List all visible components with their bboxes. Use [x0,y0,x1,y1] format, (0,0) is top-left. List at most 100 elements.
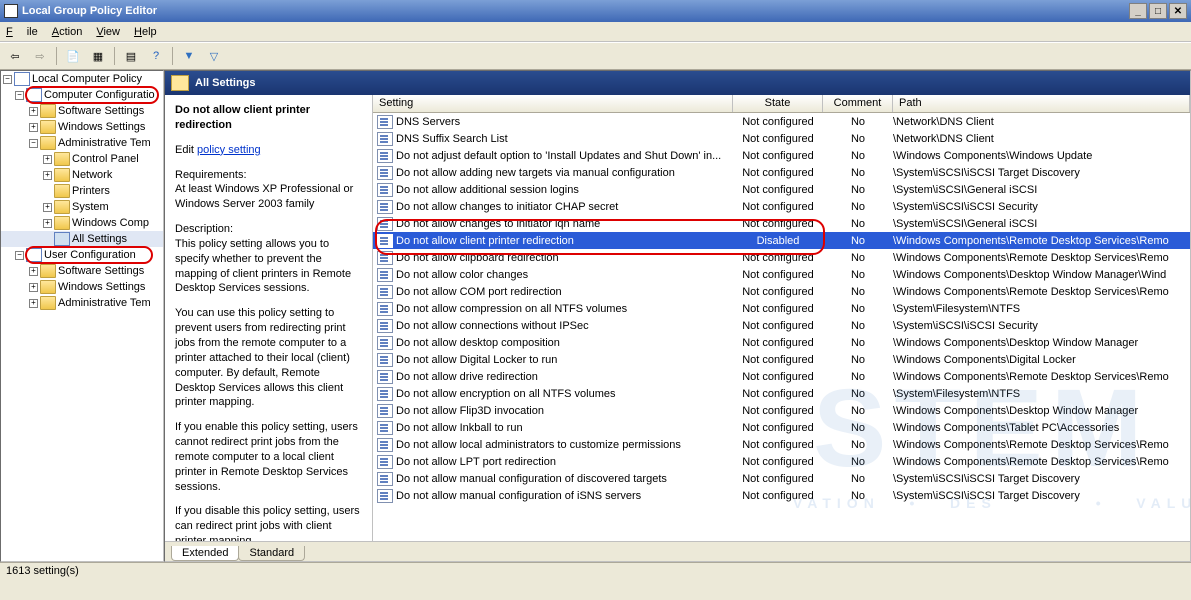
setting-icon [377,438,393,452]
cell-state: Not configured [733,116,823,128]
tree-software-settings[interactable]: Software Settings [58,105,144,117]
tree-user-admin[interactable]: Administrative Tem [58,297,151,309]
tree-all-settings[interactable]: All Settings [72,233,127,245]
table-row[interactable]: DNS ServersNot configuredNo\Network\DNS … [373,113,1190,130]
column-headers[interactable]: Setting State Comment Path [373,95,1190,113]
filter-button[interactable]: ▼ [178,45,200,67]
tree-pane[interactable]: −Local Computer Policy −Computer Configu… [0,70,164,562]
table-row[interactable]: Do not allow manual configuration of dis… [373,470,1190,487]
table-row[interactable]: Do not allow Flip3D invocationNot config… [373,402,1190,419]
minimize-button[interactable]: _ [1129,3,1147,19]
edit-policy-link[interactable]: policy setting [197,144,261,156]
expand-icon[interactable]: + [29,123,38,132]
cell-state: Not configured [733,184,823,196]
table-row[interactable]: Do not allow additional session loginsNo… [373,181,1190,198]
table-row[interactable]: Do not allow Digital Locker to runNot co… [373,351,1190,368]
cell-setting: Do not allow adding new targets via manu… [396,167,733,179]
table-row[interactable]: Do not allow changes to initiator iqn na… [373,215,1190,232]
cell-path: \Windows Components\Desktop Window Manag… [893,405,1190,417]
table-row[interactable]: Do not allow desktop compositionNot conf… [373,334,1190,351]
tree-root[interactable]: Local Computer Policy [32,73,142,85]
expand-icon[interactable]: + [29,299,38,308]
expand-icon[interactable]: + [29,283,38,292]
table-row[interactable]: Do not allow LPT port redirectionNot con… [373,453,1190,470]
help-button[interactable]: ? [145,45,167,67]
expand-icon[interactable]: − [29,139,38,148]
col-state[interactable]: State [733,95,823,112]
cell-setting: Do not allow Flip3D invocation [396,405,733,417]
filter-options-button[interactable]: ▽ [203,45,225,67]
cell-path: \System\iSCSI\General iSCSI [893,218,1190,230]
table-row[interactable]: Do not allow color changesNot configured… [373,266,1190,283]
expand-icon[interactable]: + [43,219,52,228]
expand-icon[interactable]: + [29,107,38,116]
cell-path: \Windows Components\Remote Desktop Servi… [893,252,1190,264]
table-row[interactable]: Do not allow changes to initiator CHAP s… [373,198,1190,215]
details-header: All Settings [165,71,1190,95]
table-row[interactable]: Do not allow client printer redirectionD… [373,232,1190,249]
expand-icon[interactable]: + [29,267,38,276]
tree-printers[interactable]: Printers [72,185,110,197]
expand-icon[interactable]: − [15,91,24,100]
cell-path: \System\Filesystem\NTFS [893,388,1190,400]
tree-user-config[interactable]: User Configuration [44,249,136,261]
menu-help[interactable]: Help [134,26,157,38]
tree-computer-config[interactable]: Computer Configuratio [44,89,155,101]
table-row[interactable]: Do not allow Inkball to runNot configure… [373,419,1190,436]
table-row[interactable]: Do not allow connections without IPSecNo… [373,317,1190,334]
col-setting[interactable]: Setting [373,95,733,112]
table-row[interactable]: Do not allow manual configuration of iSN… [373,487,1190,504]
menu-view[interactable]: View [96,26,120,38]
tree-user-software[interactable]: Software Settings [58,265,144,277]
tree-user-windows[interactable]: Windows Settings [58,281,145,293]
tree-admin-templates[interactable]: Administrative Tem [58,137,151,149]
menu-file[interactable]: File [6,26,38,38]
cell-comment: No [823,371,893,383]
expand-icon[interactable]: − [15,251,24,260]
table-row[interactable]: Do not allow adding new targets via manu… [373,164,1190,181]
tab-standard[interactable]: Standard [238,546,305,561]
cell-path: \Windows Components\Desktop Window Manag… [893,337,1190,349]
cell-comment: No [823,473,893,485]
table-row[interactable]: Do not allow compression on all NTFS vol… [373,300,1190,317]
tree-system[interactable]: System [72,201,109,213]
expand-icon[interactable]: + [43,203,52,212]
close-button[interactable]: ✕ [1169,3,1187,19]
up-button[interactable]: 📄 [62,45,84,67]
table-row[interactable]: Do not allow clipboard redirectionNot co… [373,249,1190,266]
expand-icon[interactable]: + [43,155,52,164]
table-row[interactable]: DNS Suffix Search ListNot configuredNo\N… [373,130,1190,147]
cell-setting: DNS Suffix Search List [396,133,733,145]
description-p4: If you disable this policy setting, user… [175,504,362,541]
show-hide-button[interactable]: ▦ [87,45,109,67]
back-button[interactable]: ⇦ [4,45,26,67]
table-row[interactable]: Do not allow drive redirectionNot config… [373,368,1190,385]
window-title: Local Group Policy Editor [22,5,157,17]
col-path[interactable]: Path [893,95,1190,112]
cell-setting: Do not adjust default option to 'Install… [396,150,733,162]
folder-icon [40,136,56,150]
table-row[interactable]: Do not adjust default option to 'Install… [373,147,1190,164]
cell-path: \Windows Components\Remote Desktop Servi… [893,456,1190,468]
maximize-button[interactable]: □ [1149,3,1167,19]
table-row[interactable]: Do not allow encryption on all NTFS volu… [373,385,1190,402]
cell-path: \Windows Components\Digital Locker [893,354,1190,366]
tree-windows-settings[interactable]: Windows Settings [58,121,145,133]
tree-control-panel[interactable]: Control Panel [72,153,139,165]
forward-button[interactable]: ⇨ [29,45,51,67]
cell-path: \System\Filesystem\NTFS [893,303,1190,315]
rows-container[interactable]: DNS ServersNot configuredNo\Network\DNS … [373,113,1190,541]
tree-windows-components[interactable]: Windows Comp [72,217,149,229]
expand-icon[interactable]: + [43,171,52,180]
table-row[interactable]: Do not allow local administrators to cus… [373,436,1190,453]
col-comment[interactable]: Comment [823,95,893,112]
setting-icon [377,149,393,163]
setting-icon [377,302,393,316]
tree-network[interactable]: Network [72,169,112,181]
setting-icon [377,268,393,282]
expand-icon[interactable]: − [3,75,12,84]
menu-action[interactable]: Action [52,26,83,38]
export-button[interactable]: ▤ [120,45,142,67]
table-row[interactable]: Do not allow COM port redirectionNot con… [373,283,1190,300]
tab-extended[interactable]: Extended [171,546,239,561]
